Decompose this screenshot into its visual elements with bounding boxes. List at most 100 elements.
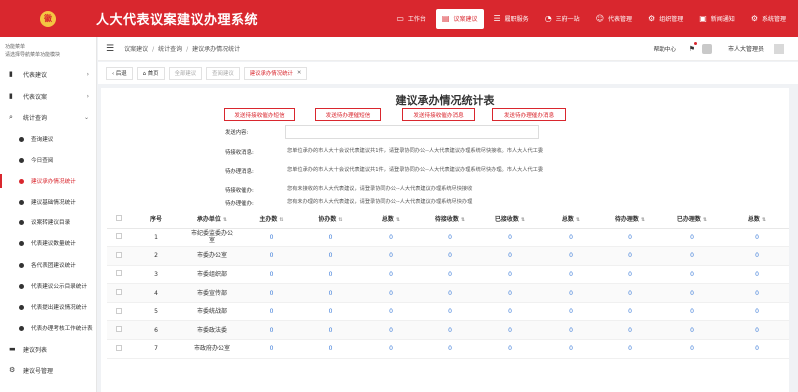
sort-icon[interactable]: ⇅ [703, 217, 707, 223]
sidebar-sub-undertake-stats[interactable]: 建议承办情况统计 [0, 174, 97, 188]
breadcrumb-item[interactable]: 统计查询 [158, 46, 182, 53]
count-link[interactable]: 0 [541, 320, 601, 341]
sidebar-sub-basic-stats[interactable]: 建议基础情况统计 [0, 195, 97, 209]
sidebar-sub-assessment[interactable]: 代表办理考核工作统计表 [0, 321, 97, 335]
sidebar-sub-group-stats[interactable]: 各代表团建议统计 [0, 258, 97, 272]
table-row[interactable]: 5 市委统战部 0 0 0 0 0 0 0 0 0 [107, 302, 789, 322]
count-link[interactable]: 0 [725, 228, 789, 248]
sort-icon[interactable]: ⇅ [461, 217, 465, 223]
count-link[interactable]: 0 [725, 265, 789, 285]
sidebar-sub-count-stats[interactable]: 代表建议数量统计 [0, 236, 97, 250]
count-link[interactable]: 0 [243, 320, 300, 341]
topnav-deputy-manage[interactable]: ☺ 代表管理 [590, 9, 638, 29]
count-link[interactable]: 0 [659, 320, 725, 341]
breadcrumb-item[interactable]: 议案建议 [124, 46, 148, 53]
count-link[interactable]: 0 [659, 339, 725, 359]
tab-undertake-stats[interactable]: 建议承办情况统计 ✕ [243, 66, 308, 80]
count-link[interactable]: 0 [601, 302, 659, 322]
count-link[interactable]: 0 [300, 320, 361, 341]
row-checkbox[interactable] [116, 344, 122, 351]
tab-read-suggestions[interactable]: 查阅建议 [206, 66, 240, 80]
count-link[interactable]: 0 [541, 302, 601, 322]
row-checkbox[interactable] [116, 307, 122, 314]
count-link[interactable]: 0 [243, 302, 300, 322]
topnav-proposals[interactable]: ▤ 议案建议 [435, 8, 484, 29]
count-link[interactable]: 0 [725, 339, 789, 359]
count-link[interactable]: 0 [300, 283, 361, 303]
col-header[interactable]: 协办数 ⇅ [300, 210, 361, 229]
send-handle-sms-button[interactable]: 发送待办理催短信 [315, 108, 381, 121]
sort-icon[interactable]: ⇅ [223, 217, 227, 223]
avatar[interactable] [702, 43, 712, 54]
send-receive-sms-button[interactable]: 发送待接收催办短信 [224, 108, 295, 121]
row-checkbox[interactable] [116, 289, 122, 296]
count-link[interactable]: 0 [300, 246, 361, 266]
count-link[interactable]: 0 [479, 265, 541, 285]
count-link[interactable]: 0 [479, 320, 541, 341]
count-link[interactable]: 0 [479, 339, 541, 359]
count-link[interactable]: 0 [659, 228, 725, 248]
col-header[interactable]: 主办数 ⇅ [243, 210, 300, 229]
count-link[interactable]: 0 [541, 246, 601, 266]
count-link[interactable]: 0 [479, 246, 541, 266]
count-link[interactable]: 0 [725, 283, 789, 303]
sort-icon[interactable]: ⇅ [576, 217, 580, 223]
count-link[interactable]: 0 [659, 302, 725, 322]
count-link[interactable]: 0 [541, 339, 601, 359]
row-checkbox[interactable] [116, 251, 122, 258]
topnav-system[interactable]: ⚙ 系统管理 [745, 9, 792, 29]
table-row[interactable]: 7 市政府办公室 0 0 0 0 0 0 0 0 0 [107, 339, 789, 359]
count-link[interactable]: 0 [243, 339, 300, 359]
username[interactable]: 市人大管理员 [728, 44, 764, 53]
count-link[interactable]: 0 [479, 283, 541, 303]
count-link[interactable]: 0 [243, 265, 300, 285]
count-link[interactable]: 0 [421, 339, 479, 359]
count-link[interactable]: 0 [421, 228, 479, 248]
count-link[interactable]: 0 [361, 320, 421, 341]
table-row[interactable]: 3 市委组织部 0 0 0 0 0 0 0 0 0 [107, 265, 789, 285]
row-checkbox[interactable] [116, 326, 122, 333]
col-header[interactable]: 承办单位 ⇅ [181, 210, 243, 229]
count-link[interactable]: 0 [300, 302, 361, 322]
topnav-duty-service[interactable]: ☰ 履职服务 [488, 9, 535, 29]
sidebar-sub-public-stats[interactable]: 代表建议公示目录统计 [0, 279, 97, 293]
count-link[interactable]: 0 [601, 339, 659, 359]
topnav-org-manage[interactable]: ⚙ 组织管理 [642, 9, 689, 29]
sidebar-sub-today[interactable]: 今日查阅 [0, 153, 97, 167]
topnav-news[interactable]: ▣ 新闻通知 [693, 9, 741, 29]
back-button[interactable]: ‹ 后退 [106, 66, 133, 80]
count-link[interactable]: 0 [479, 228, 541, 248]
row-checkbox[interactable] [116, 233, 122, 240]
help-center-link[interactable]: 帮助中心 [654, 45, 676, 53]
count-link[interactable]: 0 [361, 265, 421, 285]
sidebar-item-number-manage[interactable]: ⚙ 建议号管理 [0, 363, 97, 377]
user-menu-icon[interactable] [774, 43, 784, 54]
table-row[interactable]: 6 市委政法委 0 0 0 0 0 0 0 0 0 [107, 320, 789, 341]
count-link[interactable]: 0 [725, 246, 789, 266]
sort-icon[interactable]: ⇅ [641, 217, 645, 223]
row-checkbox[interactable] [116, 270, 122, 277]
hamburger-icon[interactable]: ☰ [106, 44, 114, 54]
sort-icon[interactable]: ⇅ [762, 217, 766, 223]
count-link[interactable]: 0 [243, 283, 300, 303]
count-link[interactable]: 0 [659, 246, 725, 266]
count-link[interactable]: 0 [421, 283, 479, 303]
sidebar-item-deputy-suggestion[interactable]: ▮ 代表建议 › [0, 67, 97, 81]
count-link[interactable]: 0 [601, 283, 659, 303]
count-link[interactable]: 0 [243, 228, 300, 248]
count-link[interactable]: 0 [361, 302, 421, 322]
sidebar-item-deputy-motion[interactable]: ▮ 代表议案 › [0, 89, 97, 103]
count-link[interactable]: 0 [725, 320, 789, 341]
count-link[interactable]: 0 [541, 265, 601, 285]
col-header[interactable]: 已接收数 ⇅ [479, 210, 541, 229]
col-header[interactable]: 总数 ⇅ [725, 210, 789, 229]
count-link[interactable]: 0 [479, 302, 541, 322]
count-link[interactable]: 0 [541, 283, 601, 303]
count-link[interactable]: 0 [601, 246, 659, 266]
col-header[interactable]: 已办理数 ⇅ [659, 210, 725, 229]
col-header[interactable]: 总数 ⇅ [541, 210, 601, 229]
col-header[interactable]: 待办理数 ⇅ [601, 210, 659, 229]
tab-home[interactable]: ⌂ 首页 [136, 66, 165, 80]
bell-icon[interactable]: ⚑ [689, 45, 695, 53]
table-row[interactable]: 2 市委办公室 0 0 0 0 0 0 0 0 0 [107, 246, 789, 266]
